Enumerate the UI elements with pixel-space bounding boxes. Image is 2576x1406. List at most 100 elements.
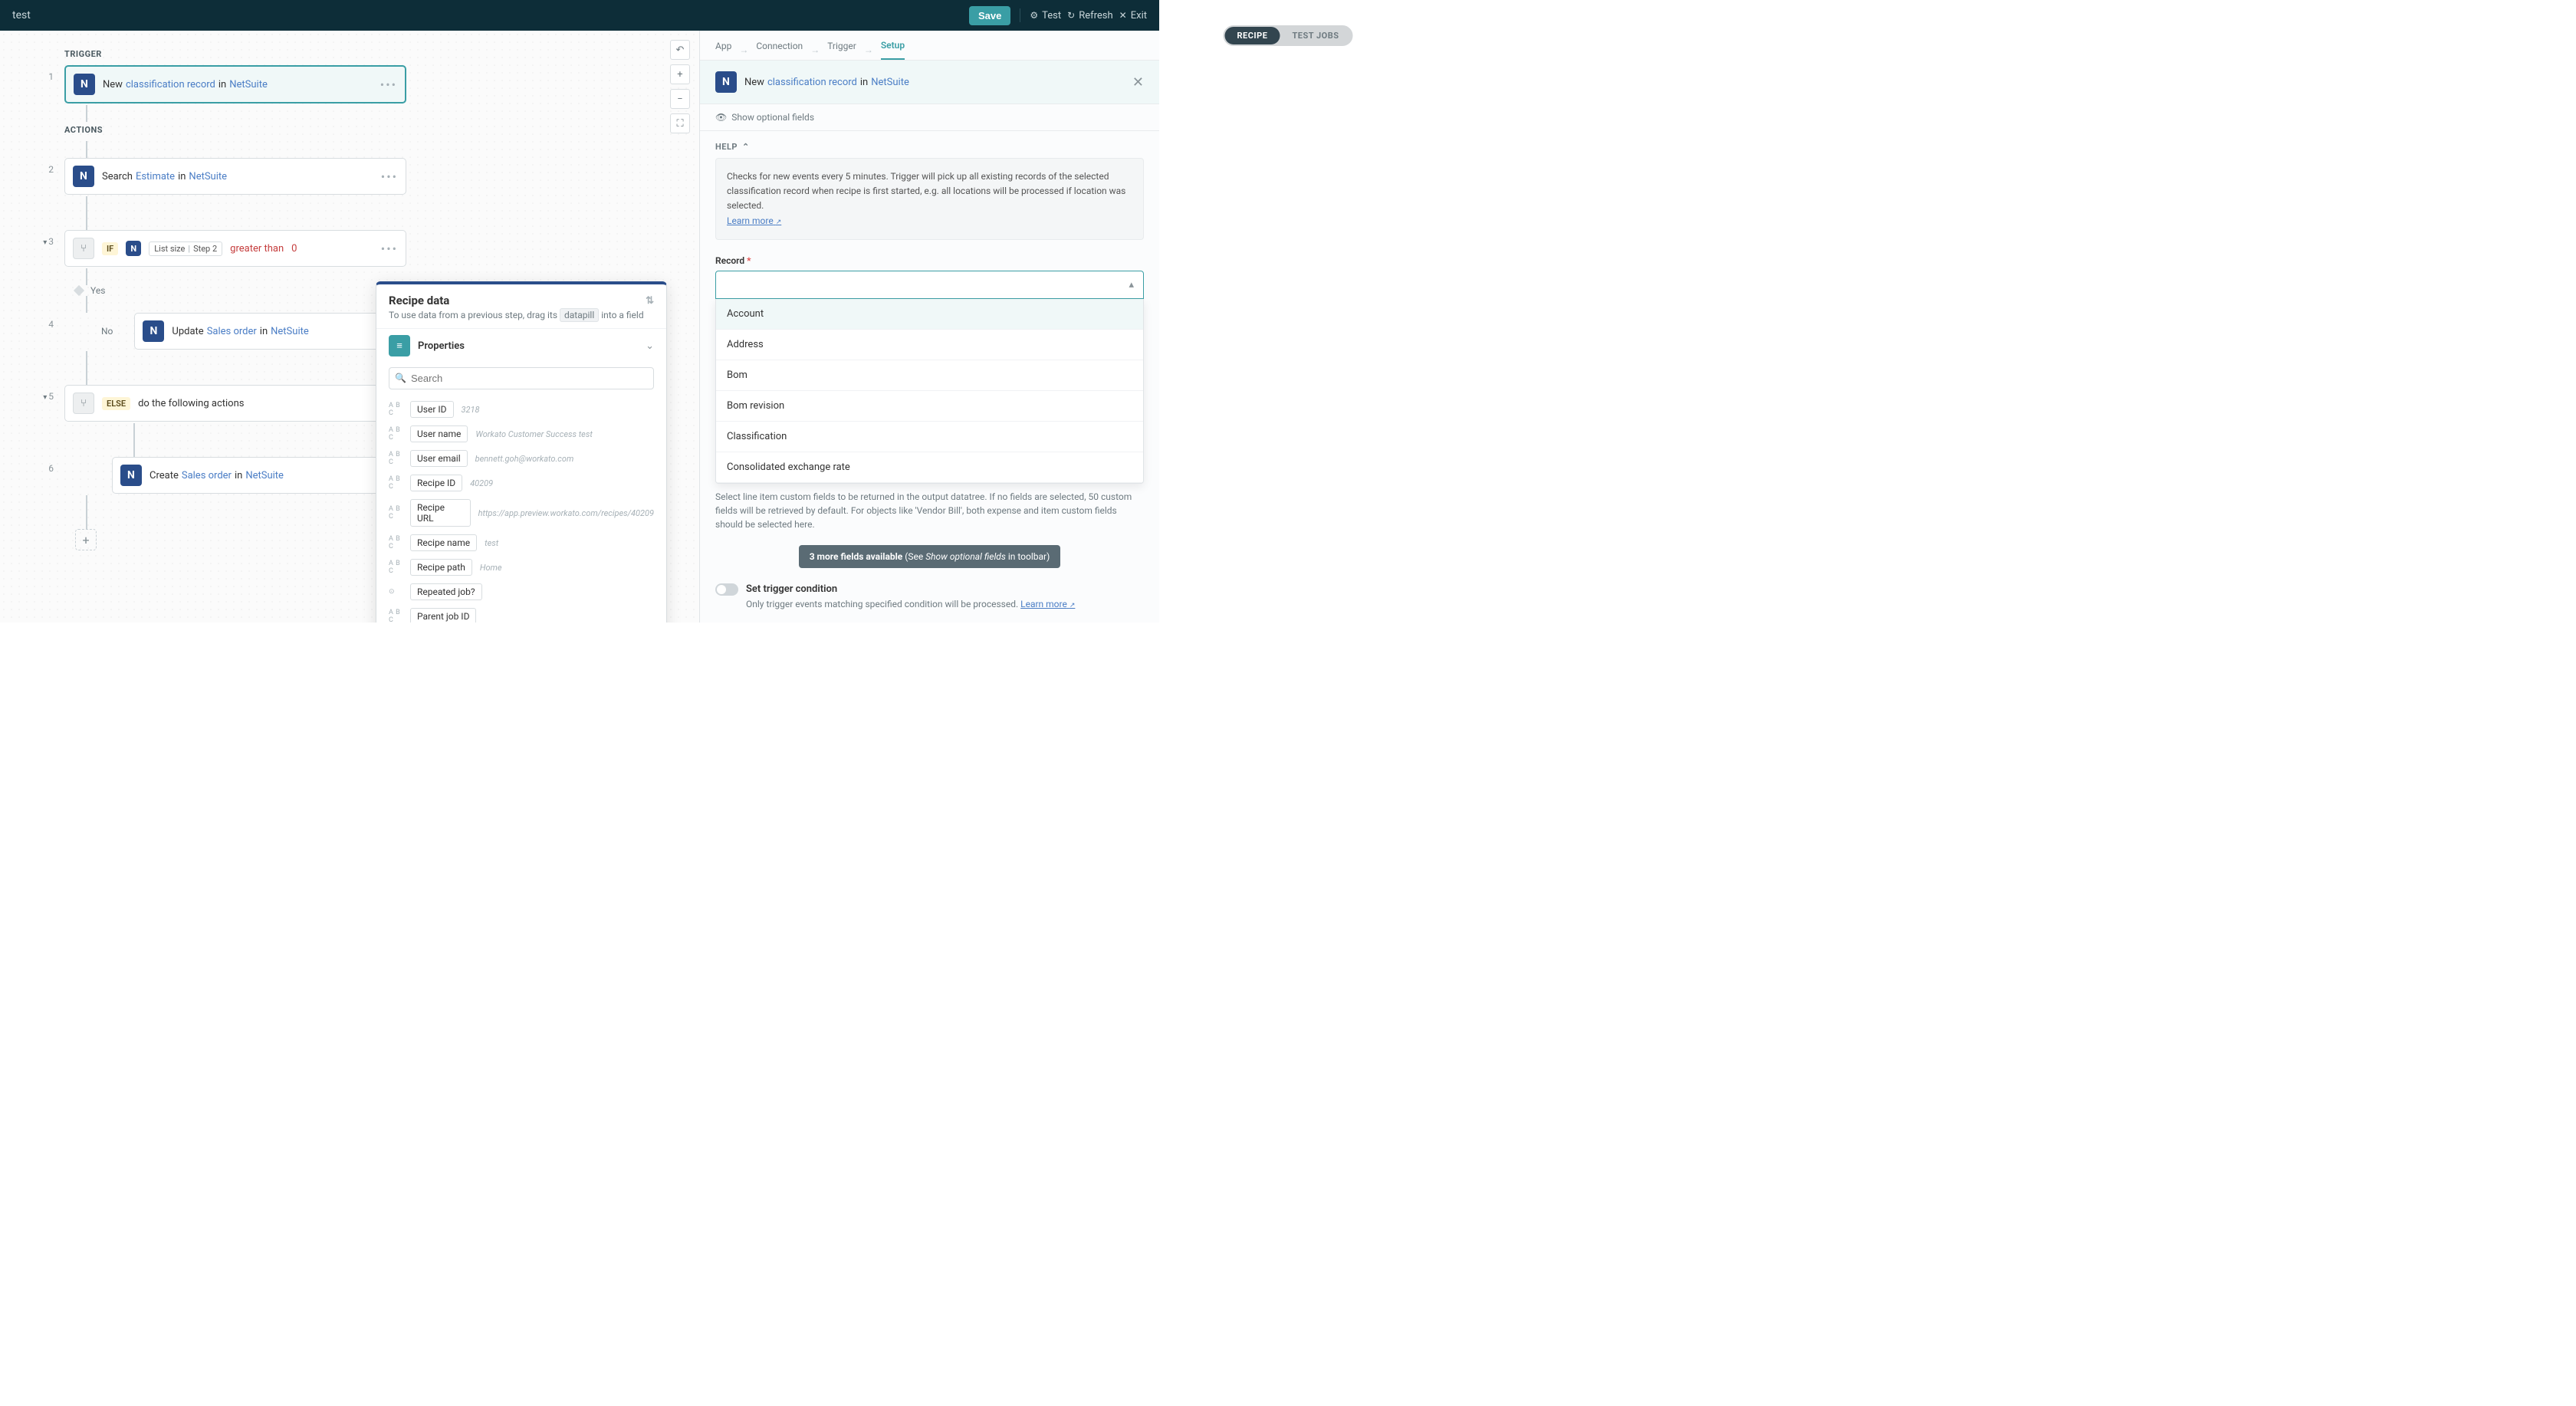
datapill-value: bennett.goh@workato.com [475, 454, 574, 464]
netsuite-icon: N [143, 320, 164, 342]
close-panel-button[interactable]: ✕ [1132, 74, 1144, 90]
view-tabs: RECIPE TEST JOBS [1221, 23, 1355, 48]
datapill-item: A B CUser ID3218 [389, 397, 654, 422]
tab-test-jobs[interactable]: TEST JOBS [1280, 27, 1351, 44]
more-icon[interactable]: ••• [380, 77, 397, 92]
help-label[interactable]: HELP⌃ [715, 142, 1144, 152]
step-if-card[interactable]: ⑂ IF N List size|Step 2 greater than 0 •… [64, 230, 406, 267]
yes-label: Yes [90, 285, 105, 296]
more-fields-pill[interactable]: 3 more fields available (See Show option… [799, 545, 1061, 568]
external-link-icon: ↗ [1070, 602, 1076, 609]
save-button[interactable]: Save [969, 6, 1010, 25]
external-link-icon: ↗ [776, 218, 782, 226]
type-tag: A B C [389, 609, 402, 623]
zoom-in-button[interactable]: + [670, 64, 690, 84]
trigger-condition-toggle[interactable] [715, 583, 738, 596]
exit-button[interactable]: ✕Exit [1119, 10, 1147, 21]
step-number: 4 [38, 313, 54, 330]
datapill-item: A B C Recipe ID 40209 [389, 471, 654, 495]
more-icon[interactable]: ••• [381, 241, 398, 256]
fit-button[interactable]: ⛶ [670, 113, 690, 133]
collapse-icon[interactable]: ▾ [41, 393, 47, 402]
dropdown-option[interactable]: Consolidated exchange rate [716, 452, 1143, 483]
datapill-value: Home [480, 563, 502, 573]
datapill-chip[interactable]: Recipe ID [410, 475, 462, 491]
datapill-value: Workato Customer Success test [475, 429, 592, 439]
record-dropdown: AccountAddressBomBom revisionClassificat… [715, 299, 1144, 484]
help-box: Checks for new events every 5 minutes. T… [715, 158, 1144, 240]
list-size-chip: List size|Step 2 [149, 241, 222, 256]
type-tag: A B C [389, 560, 402, 575]
search-icon: 🔍 [395, 373, 406, 383]
properties-section[interactable]: Properties [418, 340, 638, 352]
dropdown-option[interactable]: Classification [716, 422, 1143, 452]
chevron-up-icon: ▴ [1129, 279, 1134, 291]
tab-connection[interactable]: Connection [756, 41, 803, 59]
canvas[interactable]: ↶ + − ⛶ TRIGGER 1 N New classification r… [0, 31, 699, 623]
show-optional-fields-toggle[interactable]: 👁Show optional fields [700, 104, 1159, 131]
refresh-button[interactable]: ↻Refresh [1067, 10, 1113, 21]
undo-button[interactable]: ↶ [670, 40, 690, 60]
type-tag: A B C [389, 535, 402, 550]
type-tag: A B C [389, 505, 402, 521]
datapill-chip[interactable]: Repeated job? [410, 583, 482, 600]
expand-icon[interactable]: ⇅ [646, 295, 654, 307]
datapill-chip[interactable]: User email [410, 450, 468, 467]
step-create-card[interactable]: N Create Sales order in NetSuite [112, 457, 406, 494]
type-tag: ⊙ [389, 588, 402, 596]
step-else-card[interactable]: ⑂ ELSE do the following actions ••• [64, 385, 406, 422]
learn-more-link[interactable]: Learn more ↗ [727, 215, 781, 226]
test-button[interactable]: ⚙Test [1030, 10, 1061, 21]
datapill-value: https://app.preview.workato.com/recipes/… [478, 508, 654, 518]
dropdown-option[interactable]: Address [716, 330, 1143, 360]
actions-section-label: ACTIONS [64, 125, 406, 135]
type-tag: A B C [389, 451, 402, 466]
dropdown-option[interactable]: Account [716, 299, 1143, 330]
trigger-condition-sub: Only trigger events matching specified c… [746, 599, 1144, 609]
zoom-out-button[interactable]: − [670, 89, 690, 109]
netsuite-icon: N [74, 74, 95, 95]
chevron-down-icon[interactable]: ⌄ [646, 340, 654, 352]
step-number: ▾3 [38, 230, 54, 247]
step-trigger-card[interactable]: N New classification record in NetSuite … [64, 65, 406, 103]
datapill-search-input[interactable] [389, 367, 654, 389]
right-panel: App → Connection → Trigger → Setup N New… [699, 31, 1159, 623]
type-tag: A B C [389, 475, 402, 491]
datapill-value: 40209 [470, 478, 493, 488]
tab-recipe[interactable]: RECIPE [1225, 27, 1280, 44]
arrow-icon: → [739, 44, 748, 55]
step-search-card[interactable]: N Search Estimate in NetSuite ••• [64, 158, 406, 195]
properties-icon: ≡ [389, 335, 410, 356]
netsuite-icon: N [73, 166, 94, 187]
recipe-data-popover: Recipe data⇅ To use data from a previous… [376, 281, 667, 623]
step-number: 2 [38, 158, 54, 175]
collapse-icon[interactable]: ▾ [41, 238, 47, 247]
learn-more-link[interactable]: Learn more ↗ [1020, 599, 1075, 609]
no-label: No [101, 326, 113, 337]
step-number: ▾5 [38, 385, 54, 402]
tab-trigger[interactable]: Trigger [827, 41, 856, 59]
datapill-chip[interactable]: Parent job ID [410, 608, 476, 623]
step-update-card[interactable]: N Update Sales order in NetSuite [134, 313, 406, 350]
datapill-chip[interactable]: User name [410, 425, 468, 442]
record-select[interactable]: ▴ [715, 271, 1144, 299]
step-number: 6 [38, 457, 54, 474]
dropdown-option[interactable]: Bom revision [716, 391, 1143, 422]
arrow-icon: → [864, 44, 873, 55]
dropdown-option[interactable]: Bom [716, 360, 1143, 391]
tab-app[interactable]: App [715, 41, 731, 59]
type-tag: A B C [389, 426, 402, 442]
add-step-button[interactable]: + [75, 529, 97, 550]
datapill-chip[interactable]: Recipe URL [410, 499, 471, 527]
more-icon[interactable]: ••• [381, 169, 398, 184]
datapill-item: A B C Recipe path Home [389, 555, 654, 580]
datapill-chip[interactable]: Recipe path [410, 559, 472, 576]
datapill-chip[interactable]: Recipe name [410, 534, 477, 551]
netsuite-icon: N [120, 465, 142, 486]
type-tag: A B C [389, 402, 402, 417]
branch-icon: ⑂ [73, 238, 94, 259]
datapill-item: A B C Parent job ID [389, 604, 654, 623]
step-number: 1 [38, 65, 54, 82]
tab-setup[interactable]: Setup [881, 40, 905, 60]
datapill-chip[interactable]: User ID [410, 401, 454, 418]
